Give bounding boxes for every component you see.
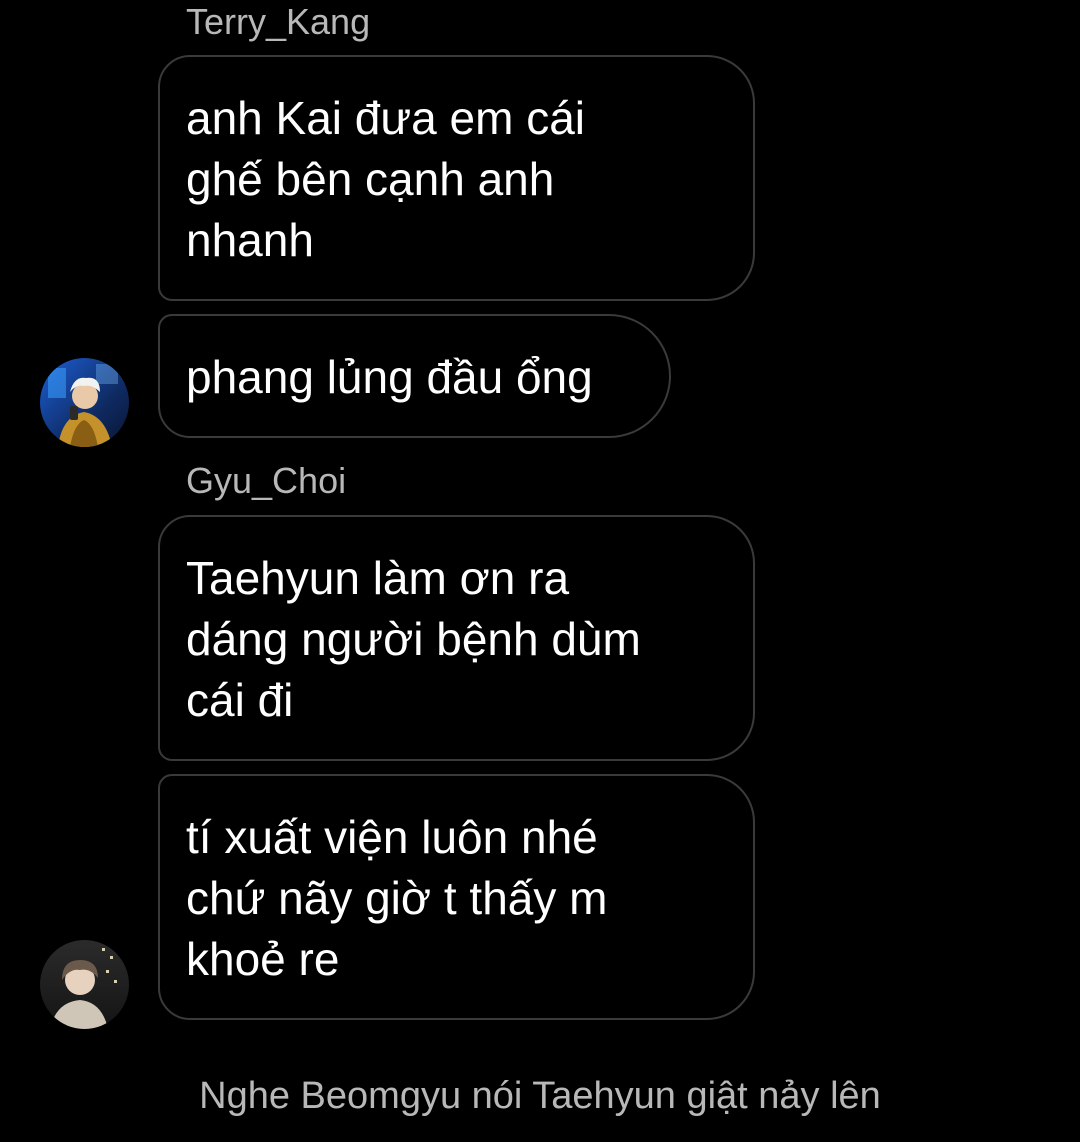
message-text: cái đi <box>186 674 294 726</box>
message-text: khoẻ re <box>186 933 340 985</box>
message-text: dáng người bệnh dùm <box>186 613 641 665</box>
avatar-photo-icon <box>40 940 129 1029</box>
message-text: ghế bên cạnh anh <box>186 153 555 205</box>
message-bubble[interactable]: anh Kai đưa em cái ghế bên cạnh anh nhan… <box>158 55 755 301</box>
system-note: Nghe Beomgyu nói Taehyun giật nảy lên <box>199 1075 881 1117</box>
message-text: Taehyun làm ơn ra <box>186 552 570 604</box>
avatar-photo-icon <box>40 358 129 447</box>
sender-name: Terry_Kang <box>186 1 371 42</box>
avatar[interactable] <box>40 358 129 447</box>
sender-name: Gyu_Choi <box>186 460 347 501</box>
message-text: nhanh <box>186 214 314 266</box>
message-bubble[interactable]: tí xuất viện luôn nhé chứ nãy giờ t thấy… <box>158 774 755 1020</box>
avatar[interactable] <box>40 940 129 1029</box>
message-bubble[interactable]: phang lủng đầu ổng <box>158 314 671 438</box>
message-text: phang lủng đầu ổng <box>186 351 593 403</box>
message-text: tí xuất viện luôn nhé <box>186 811 598 863</box>
message-text: anh Kai đưa em cái <box>186 92 586 144</box>
message-bubble[interactable]: Taehyun làm ơn ra dáng người bệnh dùm cá… <box>158 515 755 761</box>
message-text: chứ nãy giờ t thấy m <box>186 872 608 924</box>
